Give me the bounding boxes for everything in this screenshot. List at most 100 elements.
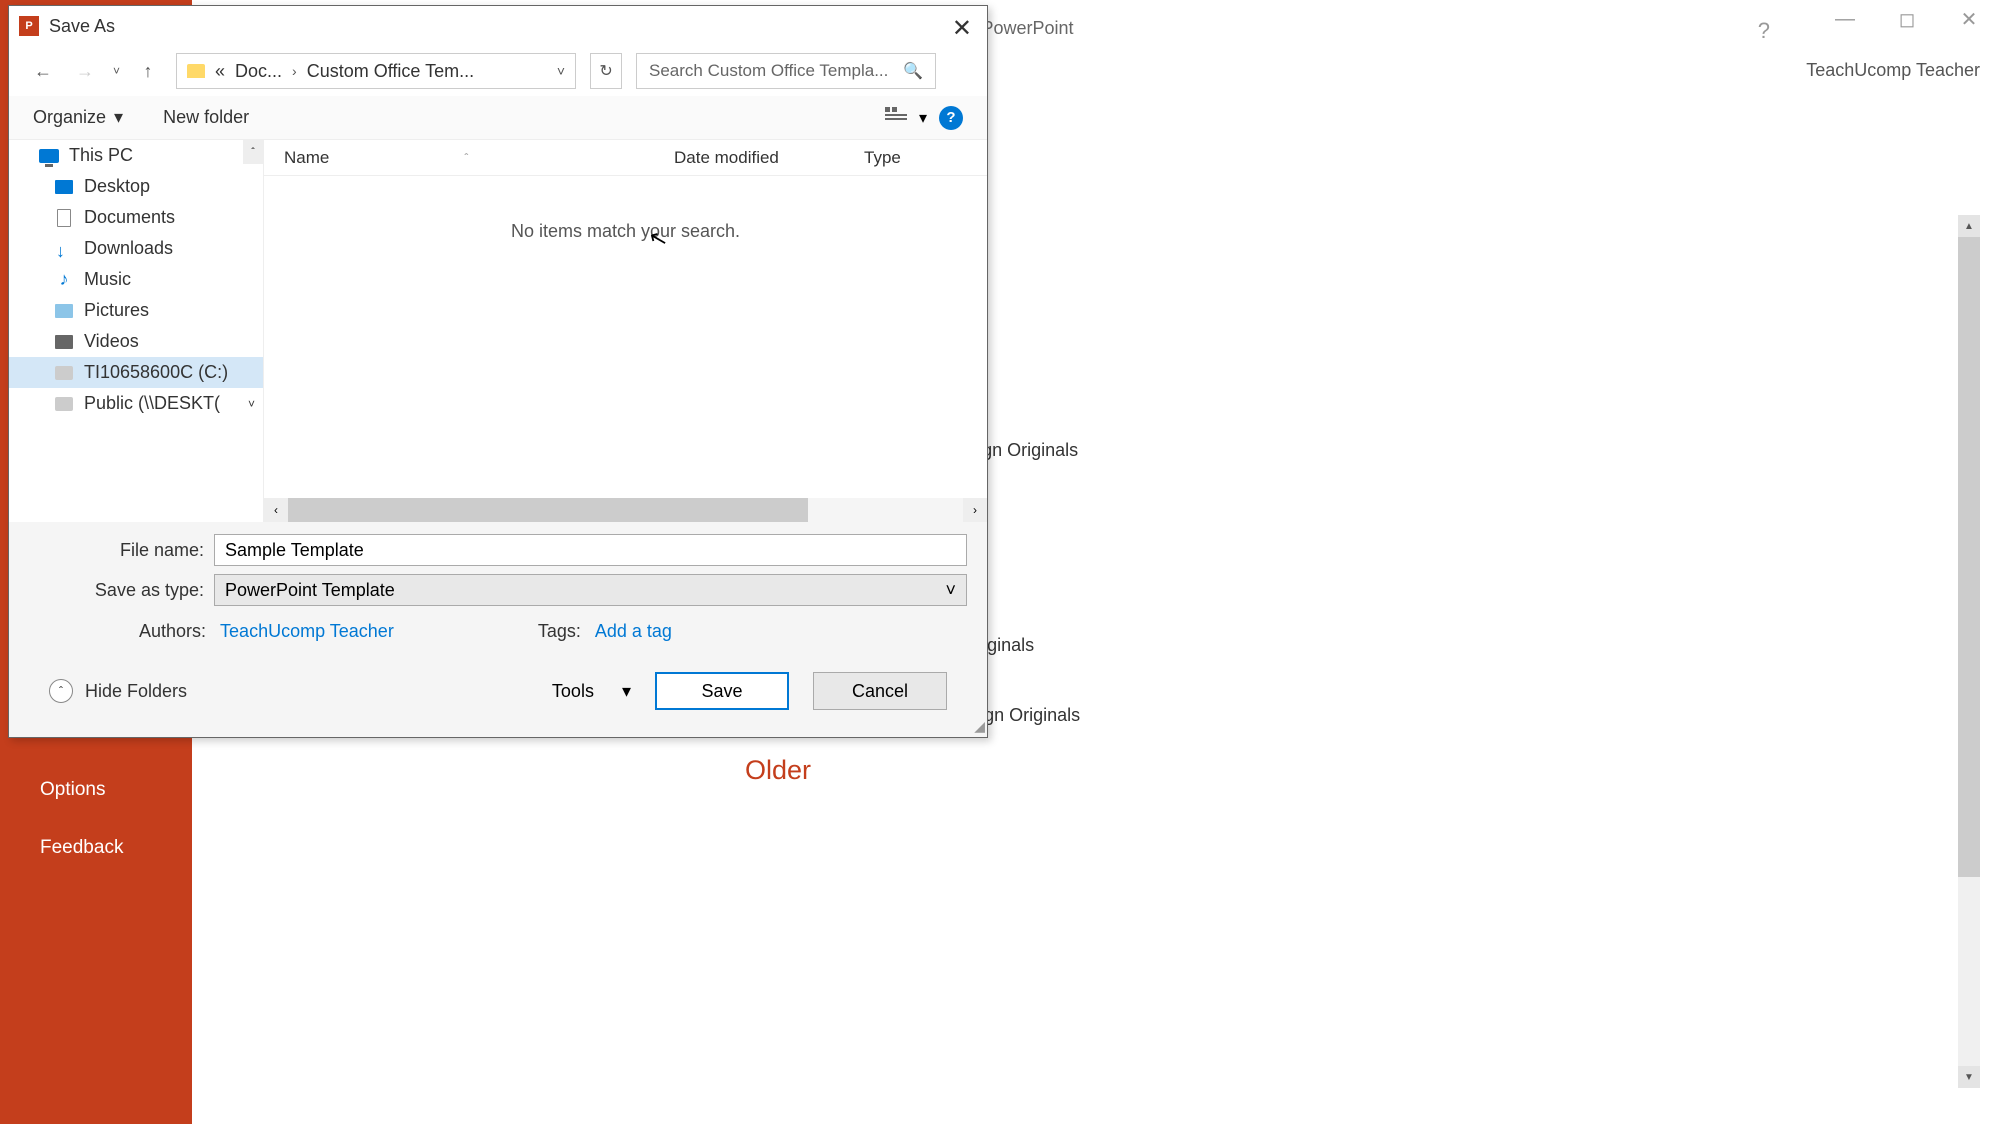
network-drive-icon [55,397,73,411]
cancel-button[interactable]: Cancel [813,672,947,710]
desktop-icon [55,180,73,194]
horizontal-scrollbar[interactable]: ‹ › [264,498,987,522]
organize-label: Organize [33,107,106,128]
tree-label: Music [84,269,131,290]
history-dropdown-icon[interactable]: ˅ [113,64,120,78]
chevron-down-icon[interactable]: ▾ [919,108,927,128]
savetype-label: Save as type: [29,580,214,601]
folder-icon [187,64,205,78]
picture-icon [55,304,73,318]
breadcrumb-folder[interactable]: Custom Office Tem... [307,61,474,82]
chevron-down-icon: ▾ [622,681,631,702]
close-icon[interactable]: ✕ [952,14,972,43]
tree-item-this-pc[interactable]: This PC [9,140,263,171]
close-window-button[interactable]: ✕ [1938,0,2000,38]
resize-grip-icon[interactable]: ◢ [974,718,985,735]
powerpoint-icon: P [19,16,39,36]
search-box[interactable]: 🔍 [636,53,936,89]
tree-label: Videos [84,331,139,352]
window-buttons: — ◻ ✕ [1814,0,2000,38]
scroll-right-button[interactable]: › [963,498,987,522]
refresh-button[interactable]: ↻ [590,53,622,89]
chevron-right-icon: › [292,63,297,79]
authors-label: Authors: [139,621,206,642]
column-name[interactable]: Name ˆ [284,148,674,168]
up-button[interactable]: ↑ [134,57,162,85]
dialog-nav: ← → ˅ ↑ « Doc... › Custom Office Tem... … [9,46,987,96]
hscroll-thumb[interactable] [288,498,808,522]
chevron-down-icon: ▾ [114,107,123,128]
column-type[interactable]: Type [864,148,901,168]
tree-label: Public (\\DESKT( [84,393,220,414]
dialog-bottom: File name: Save as type: PowerPoint Temp… [9,522,987,737]
drive-icon [55,366,73,380]
save-button[interactable]: Save [655,672,789,710]
tree-item-pictures[interactable]: Pictures [9,295,263,326]
forward-button[interactable]: → [71,57,99,85]
scroll-down-button[interactable]: ▼ [1958,1066,1980,1088]
maximize-button[interactable]: ◻ [1876,0,1938,38]
tree-label: This PC [69,145,133,166]
search-icon[interactable]: 🔍 [903,61,923,81]
chevron-down-icon: ˅ [945,580,956,601]
scroll-thumb[interactable] [1958,237,1980,877]
tree-label: Desktop [84,176,150,197]
tree-item-downloads[interactable]: Downloads [9,233,263,264]
organize-button[interactable]: Organize ▾ [33,107,123,128]
tree-label: Downloads [84,238,173,259]
filename-label: File name: [29,540,214,561]
music-icon [60,269,69,290]
video-icon [55,335,73,349]
sort-icon: ˆ [464,151,468,165]
pc-icon [39,149,59,163]
tree-item-drive-public[interactable]: Public (\\DESKT( ˅ [9,388,263,419]
back-button[interactable]: ← [29,57,57,85]
save-as-dialog: P Save As ✕ ← → ˅ ↑ « Doc... › Custom Of… [8,5,988,738]
bg-scrollbar[interactable]: ▲ ▼ [1958,215,1980,1088]
dialog-toolbar: Organize ▾ New folder ▾ ? [9,96,987,140]
tree-label: Pictures [84,300,149,321]
authors-value[interactable]: TeachUcomp Teacher [220,621,394,642]
chevron-down-icon[interactable]: ˅ [557,63,565,79]
sidebar-item-feedback[interactable]: Feedback [0,823,192,873]
search-input[interactable] [649,61,903,81]
dialog-title: Save As [49,16,115,37]
breadcrumb[interactable]: « Doc... › Custom Office Tem... ˅ [176,53,576,89]
savetype-value: PowerPoint Template [225,580,395,601]
hide-folders-button[interactable]: ˆ Hide Folders [49,679,187,703]
column-name-label: Name [284,148,329,168]
tree-item-music[interactable]: Music [9,264,263,295]
tree-item-desktop[interactable]: Desktop [9,171,263,202]
column-date[interactable]: Date modified [674,148,864,168]
hide-folders-label: Hide Folders [85,681,187,702]
tree-label: Documents [84,207,175,228]
sidebar-item-options[interactable]: Options [0,765,192,815]
chevron-down-icon: ˅ [248,397,255,411]
folder-tree: ˆ This PC Desktop Documents Downloads Mu… [9,140,264,522]
tags-value[interactable]: Add a tag [595,621,672,642]
tree-item-drive-c[interactable]: TI10658600C (C:) [9,357,263,388]
download-icon [56,241,72,257]
breadcrumb-doc[interactable]: Doc... [235,61,282,82]
tree-item-documents[interactable]: Documents [9,202,263,233]
minimize-button[interactable]: — [1814,0,1876,38]
collapse-icon: ˆ [49,679,73,703]
scroll-up-button[interactable]: ▲ [1958,215,1980,237]
help-button[interactable]: ? [939,106,963,130]
file-list: No items match your search. ↖ [264,176,987,498]
view-mode-button[interactable] [885,107,907,129]
breadcrumb-sep: « [215,61,225,82]
column-headers: Name ˆ Date modified Type [264,140,987,176]
savetype-dropdown[interactable]: PowerPoint Template ˅ [214,574,967,606]
tree-label: TI10658600C (C:) [84,362,228,383]
older-heading: Older [745,755,811,786]
tags-label: Tags: [538,621,581,642]
document-icon [57,209,71,227]
help-icon[interactable]: ? [1758,18,1770,44]
tools-dropdown[interactable]: Tools ▾ [552,681,631,702]
scroll-left-button[interactable]: ‹ [264,498,288,522]
tree-item-videos[interactable]: Videos [9,326,263,357]
new-folder-button[interactable]: New folder [163,107,249,128]
empty-message: No items match your search. [511,221,740,242]
filename-input[interactable] [214,534,967,566]
